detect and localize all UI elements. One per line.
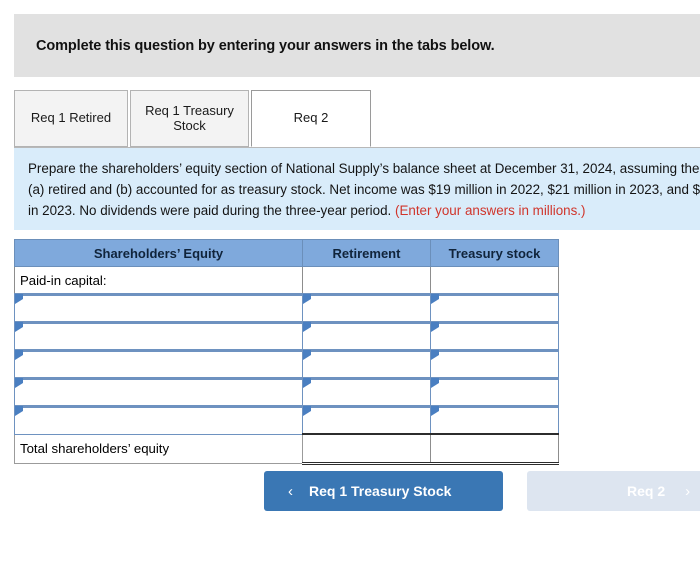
row-label-paid-in-capital: Paid-in capital: xyxy=(14,266,303,295)
next-button-label: Req 2 xyxy=(627,483,666,499)
retirement-input-2[interactable] xyxy=(302,321,431,351)
tab-req-2-label: Req 2 xyxy=(293,110,329,126)
prev-req-1-treasury-stock-button[interactable]: ‹ Req 1 Treasury Stock xyxy=(264,471,503,511)
column-header-shareholders-equity: Shareholders’ Equity xyxy=(14,239,303,267)
dropdown-arrow-icon xyxy=(15,322,23,332)
dropdown-arrow-icon xyxy=(303,322,311,332)
treasury-input-4[interactable] xyxy=(430,377,559,407)
instruction-line-1: Prepare the shareholders’ equity section… xyxy=(28,161,700,176)
treasury-input-2[interactable] xyxy=(430,321,559,351)
dropdown-arrow-icon xyxy=(15,350,23,360)
dropdown-arrow-icon xyxy=(431,378,439,388)
shareholders-equity-worksheet: Shareholders’ Equity Retirement Treasury… xyxy=(14,239,559,465)
tab-req-1-treasury-stock[interactable]: Req 1 Treasury Stock xyxy=(130,90,249,147)
tab-req-2[interactable]: Req 2 xyxy=(251,90,371,147)
worksheet-table: Shareholders’ Equity Retirement Treasury… xyxy=(14,239,559,465)
question-banner: Complete this question by entering your … xyxy=(14,14,700,77)
table-row[interactable] xyxy=(14,377,559,407)
dropdown-arrow-icon xyxy=(15,378,23,388)
account-dropdown-5[interactable] xyxy=(14,405,303,435)
account-dropdown-4[interactable] xyxy=(14,377,303,407)
retirement-input-5[interactable] xyxy=(302,405,431,435)
tab-req-1-treasury-stock-label: Req 1 Treasury Stock xyxy=(145,102,234,133)
retirement-input-1[interactable] xyxy=(302,293,431,323)
column-header-treasury-stock: Treasury stock xyxy=(430,239,559,267)
instruction-line-3-text: in 2023. No dividends were paid during t… xyxy=(28,203,395,218)
row-label-total-shareholders-equity: Total shareholders’ equity xyxy=(14,433,303,464)
table-row: Paid-in capital: xyxy=(14,266,559,295)
banner-instruction-text: Complete this question by entering your … xyxy=(36,37,495,54)
treasury-input-5[interactable] xyxy=(430,405,559,435)
cell-treasury-paid-in-capital xyxy=(430,266,559,295)
account-dropdown-1[interactable] xyxy=(14,293,303,323)
dropdown-arrow-icon xyxy=(303,406,311,416)
dropdown-arrow-icon xyxy=(303,350,311,360)
tab-req-1-retired[interactable]: Req 1 Retired xyxy=(14,90,128,147)
prev-button-label: Req 1 Treasury Stock xyxy=(309,483,452,499)
treasury-input-3[interactable] xyxy=(430,349,559,379)
table-row[interactable] xyxy=(14,293,559,323)
dropdown-arrow-icon xyxy=(15,406,23,416)
dropdown-arrow-icon xyxy=(303,378,311,388)
requirement-tabs: Req 1 Retired Req 1 Treasury Stock Req 2 xyxy=(14,90,700,148)
instruction-note-red: (Enter your answers in millions.) xyxy=(394,203,586,218)
instruction-line-2: (a) retired and (b) accounted for as tre… xyxy=(28,182,700,197)
table-header-row: Shareholders’ Equity Retirement Treasury… xyxy=(14,239,559,267)
total-treasury-cell xyxy=(430,433,559,465)
instruction-line-3: in 2023. No dividends were paid during t… xyxy=(28,200,700,221)
instruction-panel: Prepare the shareholders’ equity section… xyxy=(14,148,700,230)
chevron-left-icon: ‹ xyxy=(288,482,293,500)
tab-req-1-retired-label: Req 1 Retired xyxy=(30,110,112,126)
table-row[interactable] xyxy=(14,321,559,351)
column-header-retirement: Retirement xyxy=(302,239,431,267)
total-retirement-cell xyxy=(302,433,431,465)
dropdown-arrow-icon xyxy=(303,294,311,304)
dropdown-arrow-icon xyxy=(431,350,439,360)
dropdown-arrow-icon xyxy=(431,322,439,332)
navigation-bar: ‹ Req 1 Treasury Stock Req 2 › xyxy=(0,471,700,511)
cell-retirement-paid-in-capital xyxy=(302,266,431,295)
dropdown-arrow-icon xyxy=(431,294,439,304)
account-dropdown-3[interactable] xyxy=(14,349,303,379)
retirement-input-4[interactable] xyxy=(302,377,431,407)
table-row[interactable] xyxy=(14,405,559,435)
dropdown-arrow-icon xyxy=(431,406,439,416)
account-dropdown-2[interactable] xyxy=(14,321,303,351)
dropdown-arrow-icon xyxy=(15,294,23,304)
retirement-input-3[interactable] xyxy=(302,349,431,379)
table-row[interactable] xyxy=(14,349,559,379)
table-row-total: Total shareholders’ equity xyxy=(14,433,559,465)
chevron-right-icon: › xyxy=(685,482,691,500)
next-req-2-button[interactable]: Req 2 › xyxy=(527,471,700,511)
treasury-input-1[interactable] xyxy=(430,293,559,323)
